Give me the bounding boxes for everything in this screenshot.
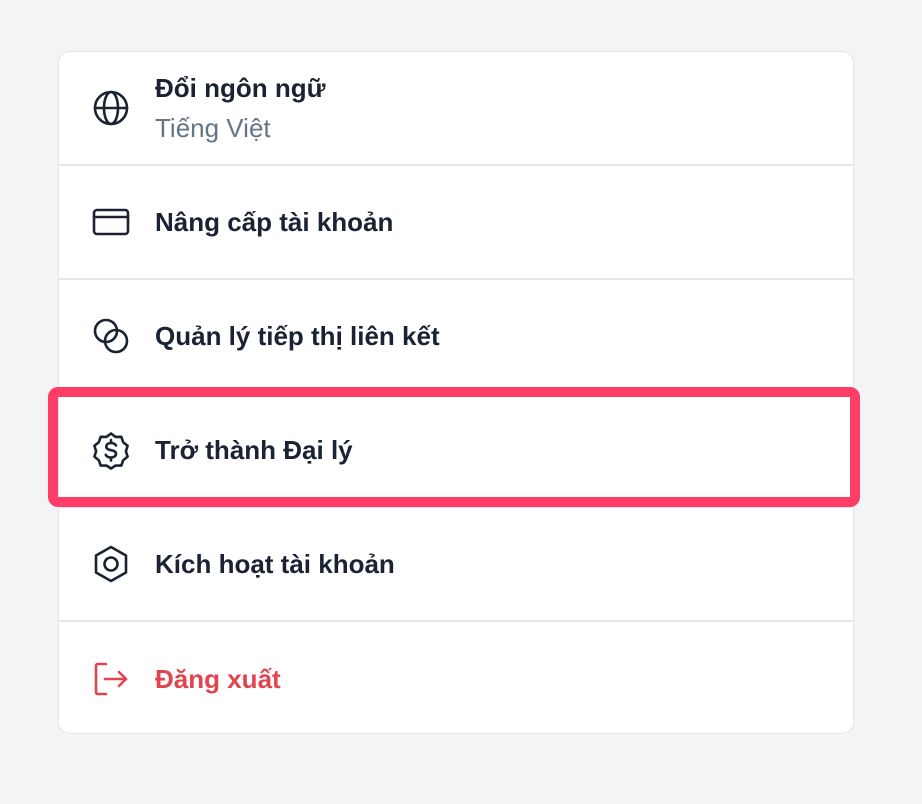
- account-menu: Đổi ngôn ngữ Tiếng Việt Nâng cấp tài kho…: [58, 51, 854, 734]
- current-language: Tiếng Việt: [155, 113, 271, 143]
- menu-item-upgrade-account[interactable]: Nâng cấp tài khoản: [59, 166, 853, 280]
- menu-item-label: Đăng xuất: [155, 663, 281, 694]
- menu-item-logout[interactable]: Đăng xuất: [59, 622, 853, 733]
- menu-item-affiliate-management[interactable]: Quản lý tiếp thị liên kết: [59, 280, 853, 394]
- dollar-badge-icon: [91, 430, 131, 470]
- menu-item-text: Đổi ngôn ngữ Tiếng Việt: [155, 71, 325, 145]
- credit-card-icon: [91, 202, 131, 242]
- menu-item-change-language[interactable]: Đổi ngôn ngữ Tiếng Việt: [59, 52, 853, 166]
- menu-item-label: Nâng cấp tài khoản: [155, 207, 394, 237]
- menu-item-text: Trở thành Đại lý: [155, 433, 353, 467]
- menu-item-text: Nâng cấp tài khoản: [155, 205, 393, 239]
- menu-item-text: Kích hoạt tài khoản: [155, 547, 395, 581]
- menu-item-activate-account[interactable]: Kích hoạt tài khoản: [59, 508, 853, 622]
- menu-item-become-agent[interactable]: Trở thành Đại lý: [59, 394, 853, 508]
- menu-item-label: Trở thành Đại lý: [155, 435, 353, 465]
- overlapping-circles-icon: [91, 316, 131, 356]
- menu-item-label: Kích hoạt tài khoản: [155, 549, 395, 579]
- menu-item-label: Quản lý tiếp thị liên kết: [155, 321, 440, 351]
- logout-icon: [91, 659, 131, 699]
- menu-item-text: Quản lý tiếp thị liên kết: [155, 319, 440, 353]
- menu-item-text: Đăng xuất: [155, 662, 281, 696]
- hexagon-icon: [91, 544, 131, 584]
- menu-item-label: Đổi ngôn ngữ: [155, 73, 326, 103]
- globe-icon: [91, 88, 131, 128]
